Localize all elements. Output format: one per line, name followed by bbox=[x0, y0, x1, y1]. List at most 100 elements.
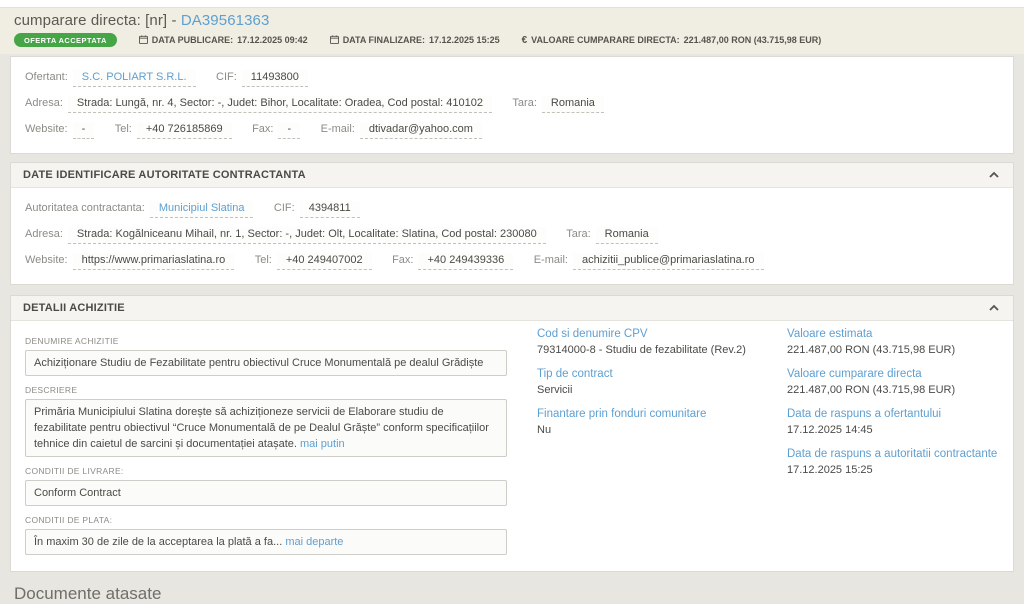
authority-link[interactable]: Municipiul Slatina bbox=[150, 201, 254, 218]
authority-fax-value: +40 249439336 bbox=[418, 253, 513, 270]
direct-purchase-value: € VALOARE CUMPARARE DIRECTA: 221.487,00 … bbox=[522, 35, 822, 46]
conditii-plata-label: CONDITII DE PLATA: bbox=[25, 515, 507, 525]
conditii-plata-text: În maxim 30 de zile de la acceptarea la … bbox=[34, 536, 285, 548]
conditii-plata-field[interactable]: În maxim 30 de zile de la acceptarea la … bbox=[25, 529, 507, 555]
calendar-icon bbox=[139, 35, 148, 46]
authority-website-label: Website: bbox=[25, 254, 68, 266]
descriere-label: DESCRIERE bbox=[25, 385, 507, 395]
finantare-value: Nu bbox=[537, 423, 777, 438]
valoare-estimata-group: Valoare estimata 221.487,00 RON (43.715,… bbox=[787, 327, 999, 358]
chevron-up-icon bbox=[989, 300, 999, 315]
direct-purchase-value-amount: 221.487,00 RON (43.715,98 EUR) bbox=[684, 35, 822, 45]
cpv-value: 79314000-8 - Studiu de fezabilitate (Rev… bbox=[537, 343, 777, 358]
documents-section-title: Documente atasate bbox=[14, 584, 1024, 604]
direct-purchase-value-label: VALOARE CUMPARARE DIRECTA: bbox=[531, 35, 680, 45]
publish-date-label: DATA PUBLICARE: bbox=[152, 35, 233, 45]
valoare-cumparare-label: Valoare cumparare directa bbox=[787, 367, 999, 382]
tip-contract-group: Tip de contract Servicii bbox=[537, 367, 777, 398]
offerer-website-label: Website: bbox=[25, 123, 68, 135]
offerer-tel-value: +40 726185869 bbox=[137, 122, 232, 139]
final-date-value: 17.12.2025 15:25 bbox=[429, 35, 500, 45]
offerer-tara-value: Romania bbox=[542, 96, 604, 113]
offerer-website-value: - bbox=[73, 122, 95, 139]
mai-departe-link[interactable]: mai departe bbox=[285, 536, 343, 548]
valoare-estimata-label: Valoare estimata bbox=[787, 327, 999, 342]
offerer-contact-row: Website:- Tel:+40 726185869 Fax:- E-mail… bbox=[25, 117, 999, 143]
offerer-tel-label: Tel: bbox=[115, 123, 132, 135]
authority-tara-label: Tara: bbox=[566, 228, 590, 240]
authority-panel: DATE IDENTIFICARE AUTORITATE CONTRACTANT… bbox=[10, 162, 1014, 285]
valoare-cumparare-group: Valoare cumparare directa 221.487,00 RON… bbox=[787, 367, 999, 398]
mai-putin-link[interactable]: mai putin bbox=[300, 438, 345, 450]
authority-contact-row: Website:https://www.primariaslatina.ro T… bbox=[25, 248, 999, 274]
raspuns-ofertant-label: Data de raspuns a ofertantului bbox=[787, 407, 999, 422]
header-meta-row: OFERTA ACCEPTATA DATA PUBLICARE: 17.12.2… bbox=[14, 33, 1010, 47]
raspuns-autoritate-label: Data de raspuns a autoritatii contractan… bbox=[787, 447, 999, 462]
cpv-group: Cod si denumire CPV 79314000-8 - Studiu … bbox=[537, 327, 777, 358]
euro-icon: € bbox=[522, 35, 528, 46]
details-panel: DETALII ACHIZITIE DENUMIRE ACHIZITIE Ach… bbox=[10, 295, 1014, 572]
offerer-panel: Ofertant: S.C. POLIART S.R.L. CIF: 1149380… bbox=[10, 56, 1014, 154]
descriere-text: Primăria Municipiului Slatina dorește să… bbox=[34, 406, 489, 450]
offerer-email-value: dtivadar@yahoo.com bbox=[360, 122, 482, 139]
offerer-identity-row: Ofertant: S.C. POLIART S.R.L. CIF: 1149380… bbox=[25, 65, 999, 91]
authority-cif-label: CIF: bbox=[274, 202, 295, 214]
conditii-livrare-label: CONDITII DE LIVRARE: bbox=[25, 466, 507, 476]
final-date: DATA FINALIZARE: 17.12.2025 15:25 bbox=[330, 35, 500, 46]
authority-adresa-label: Adresa: bbox=[25, 228, 63, 240]
offerer-cif-label: CIF: bbox=[216, 71, 237, 83]
tip-contract-label: Tip de contract bbox=[537, 367, 777, 382]
denumire-field[interactable]: Achiziționare Studiu de Fezabilitate pen… bbox=[25, 350, 507, 376]
finantare-group: Finantare prin fonduri comunitare Nu bbox=[537, 407, 777, 438]
chevron-up-icon bbox=[989, 167, 999, 182]
authority-cif-value: 4394811 bbox=[300, 201, 360, 218]
collapse-details-button[interactable] bbox=[989, 304, 999, 312]
denumire-label: DENUMIRE ACHIZITIE bbox=[25, 336, 507, 346]
authority-section-title: DATE IDENTIFICARE AUTORITATE CONTRACTANT… bbox=[23, 169, 306, 181]
authority-tel-value: +40 249407002 bbox=[277, 253, 372, 270]
finantare-label: Finantare prin fonduri comunitare bbox=[537, 407, 777, 422]
authority-website-value: https://www.primariaslatina.ro bbox=[73, 253, 235, 270]
ofertant-link[interactable]: S.C. POLIART S.R.L. bbox=[73, 70, 196, 87]
offerer-cif-value: 11493800 bbox=[242, 70, 308, 87]
collapse-authority-button[interactable] bbox=[989, 171, 999, 179]
raspuns-autoritate-group: Data de raspuns a autoritatii contractan… bbox=[787, 447, 999, 478]
page-title-text: cumparare directa: [nr] - bbox=[14, 12, 181, 29]
status-badge: OFERTA ACCEPTATA bbox=[14, 33, 117, 47]
authority-adresa-value: Strada: Kogălniceanu Mihail, nr. 1, Sect… bbox=[68, 227, 546, 244]
final-date-label: DATA FINALIZARE: bbox=[343, 35, 425, 45]
details-section-title: DETALII ACHIZITIE bbox=[23, 302, 125, 314]
offerer-adresa-value: Strada: Lungă, nr. 4, Sector: -, Judet: … bbox=[68, 96, 492, 113]
details-middle-column: Cod si denumire CPV 79314000-8 - Studiu … bbox=[537, 327, 777, 555]
authority-tara-value: Romania bbox=[596, 227, 658, 244]
header-band: cumparare directa: [nr] - DA39561363 OFE… bbox=[0, 8, 1024, 54]
offerer-fax-value: - bbox=[278, 122, 300, 139]
offerer-tara-label: Tara: bbox=[512, 97, 536, 109]
authority-email-value: achizitii_publice@primariaslatina.ro bbox=[573, 253, 764, 270]
valoare-cumparare-value: 221.487,00 RON (43.715,98 EUR) bbox=[787, 383, 999, 398]
descriere-field[interactable]: Primăria Municipiului Slatina dorește să… bbox=[25, 399, 507, 457]
raspuns-ofertant-group: Data de raspuns a ofertantului 17.12.202… bbox=[787, 407, 999, 438]
authority-address-row: Adresa: Strada: Kogălniceanu Mihail, nr. … bbox=[25, 222, 999, 248]
tip-contract-value: Servicii bbox=[537, 383, 777, 398]
calendar-icon bbox=[330, 35, 339, 46]
authority-fax-label: Fax: bbox=[392, 254, 413, 266]
details-section-header: DETALII ACHIZITIE bbox=[11, 296, 1013, 321]
details-right-column: Valoare estimata 221.487,00 RON (43.715,… bbox=[787, 327, 999, 555]
authority-email-label: E-mail: bbox=[534, 254, 568, 266]
publish-date: DATA PUBLICARE: 17.12.2025 09:42 bbox=[139, 35, 308, 46]
authority-identity-row: Autoritatea contractanta: Municipiul Slat… bbox=[25, 196, 999, 222]
valoare-estimata-value: 221.487,00 RON (43.715,98 EUR) bbox=[787, 343, 999, 358]
offerer-adresa-label: Adresa: bbox=[25, 97, 63, 109]
notice-number-link[interactable]: DA39561363 bbox=[181, 12, 270, 29]
authority-label: Autoritatea contractanta: bbox=[25, 202, 145, 214]
ofertant-label: Ofertant: bbox=[25, 71, 68, 83]
raspuns-autoritate-value: 17.12.2025 15:25 bbox=[787, 463, 999, 478]
page-title: cumparare directa: [nr] - DA39561363 bbox=[14, 12, 1010, 29]
top-strip bbox=[0, 0, 1024, 8]
offerer-fax-label: Fax: bbox=[252, 123, 273, 135]
conditii-livrare-field[interactable]: Conform Contract bbox=[25, 480, 507, 506]
cpv-label: Cod si denumire CPV bbox=[537, 327, 777, 342]
raspuns-ofertant-value: 17.12.2025 14:45 bbox=[787, 423, 999, 438]
authority-section-header: DATE IDENTIFICARE AUTORITATE CONTRACTANT… bbox=[11, 163, 1013, 188]
